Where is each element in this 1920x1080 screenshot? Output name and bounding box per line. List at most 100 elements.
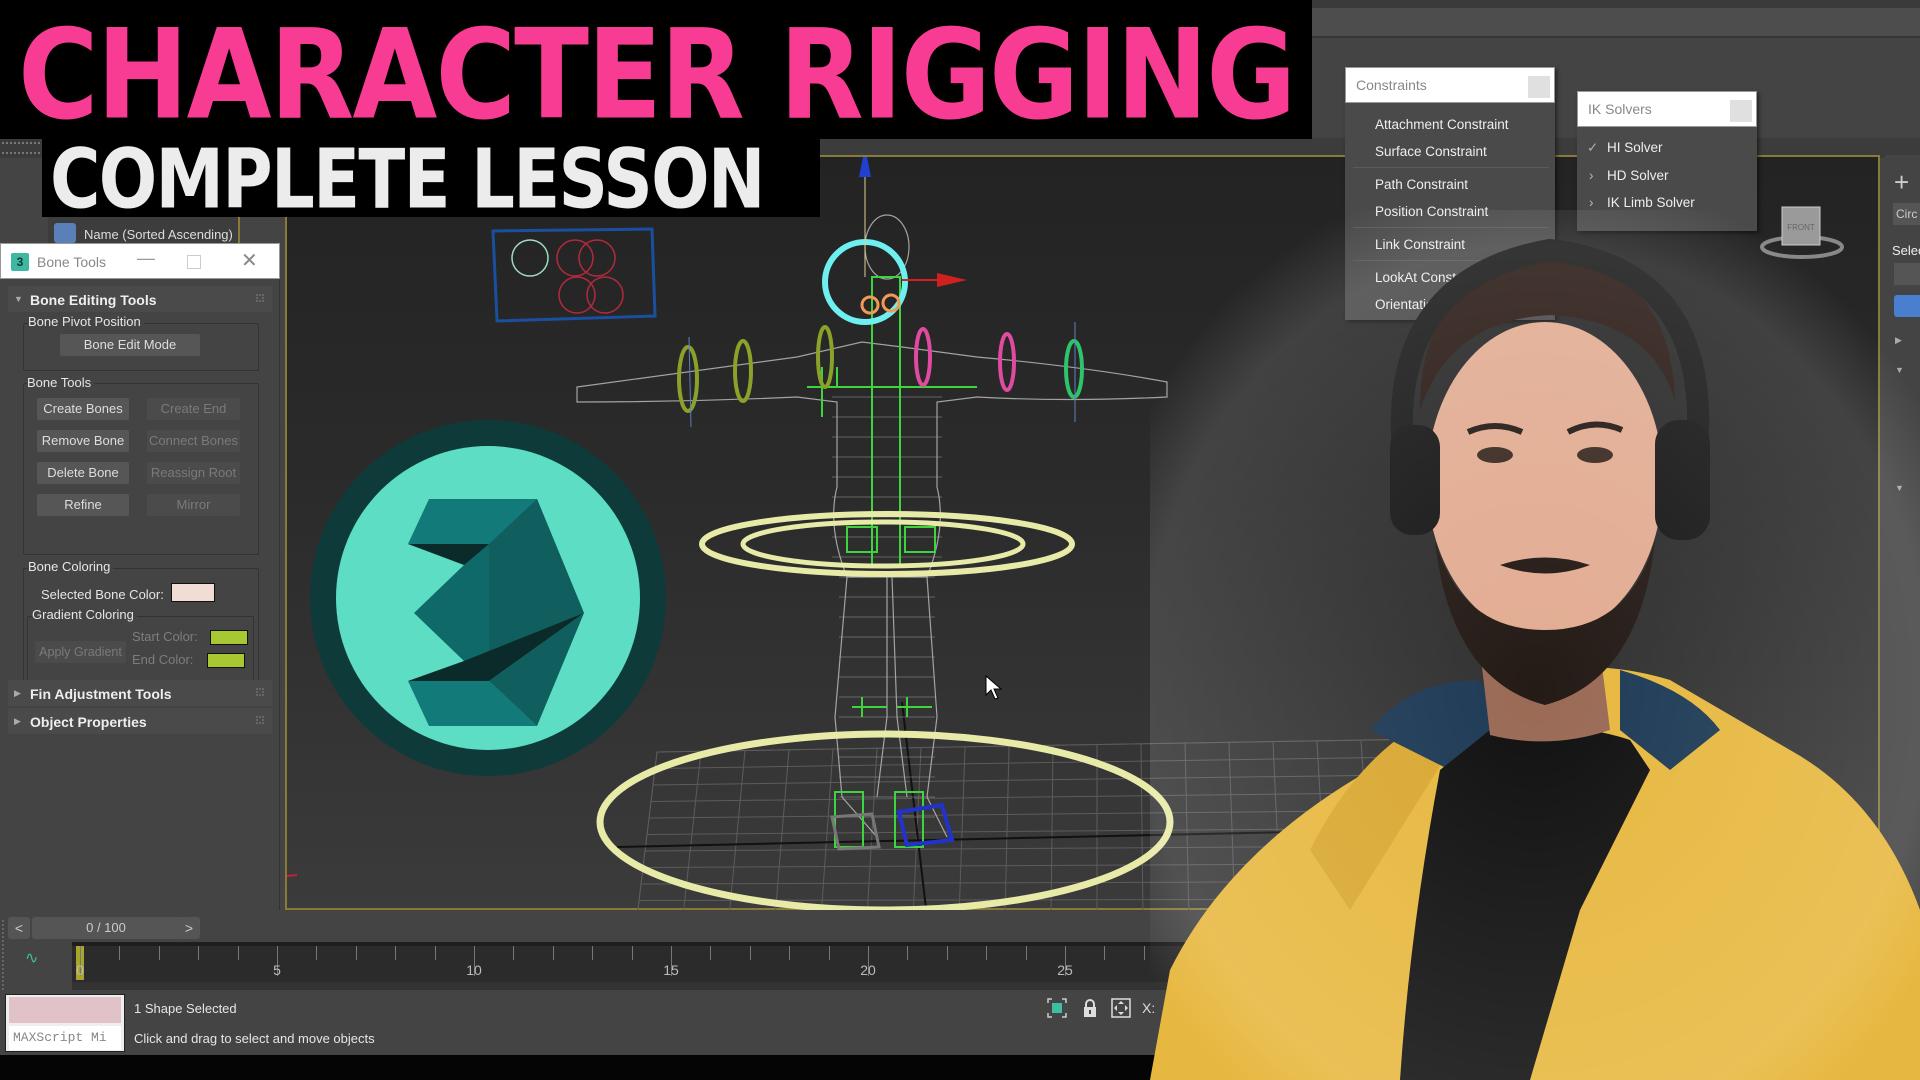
gizmo-z-arrow bbox=[859, 157, 871, 177]
isolate-selection-icon[interactable] bbox=[1047, 998, 1067, 1018]
thumbnail-title: CHARACTER RIGGING bbox=[18, 1, 1296, 147]
grid-line bbox=[958, 747, 966, 912]
3dsmax-logo bbox=[310, 420, 666, 776]
menu-item-hi-solver[interactable]: HI Solver bbox=[1607, 140, 1663, 155]
rollout-bone-editing-tools[interactable]: ▼ Bone Editing Tools bbox=[8, 286, 272, 312]
timeline-tick bbox=[592, 946, 594, 960]
next-frame-button[interactable]: > bbox=[178, 917, 200, 939]
create-bones-button[interactable]: Create Bones bbox=[37, 398, 129, 420]
group-label: Bone Coloring bbox=[28, 559, 114, 574]
refine-button[interactable]: Refine bbox=[37, 494, 129, 516]
timeline-tick bbox=[828, 946, 830, 960]
menu-item-ik-limb-solver[interactable]: IK Limb Solver bbox=[1607, 195, 1695, 210]
rollout-grip-icon[interactable] bbox=[256, 294, 264, 302]
timeline-tick-label: 0 bbox=[76, 962, 84, 978]
constraints-menu-header[interactable]: Constraints bbox=[1345, 67, 1555, 103]
selector-circle-red bbox=[578, 239, 616, 277]
maxscript-mini-listener[interactable]: MAXScript Mi bbox=[5, 994, 125, 1052]
menu-item-path-constraint[interactable]: Path Constraint bbox=[1375, 177, 1468, 192]
rollout-title: Bone Editing Tools bbox=[30, 292, 157, 308]
close-button[interactable]: ✕ bbox=[241, 248, 258, 273]
timeline-tick bbox=[1104, 946, 1106, 960]
lock-selection-icon[interactable] bbox=[1080, 998, 1100, 1018]
timeline-tick bbox=[631, 946, 633, 960]
timeline-tick-label: 20 bbox=[860, 962, 876, 978]
maxscript-output[interactable] bbox=[9, 997, 121, 1023]
maximize-button[interactable] bbox=[187, 255, 201, 269]
selected-bone-color-label: Selected Bone Color: bbox=[41, 587, 164, 602]
minimize-button[interactable]: — bbox=[134, 248, 158, 269]
bone-tools-titlebar[interactable]: 3 Bone Tools — ✕ bbox=[0, 243, 280, 279]
timeline-tick-label: 25 bbox=[1057, 962, 1073, 978]
arm-control-right-3 bbox=[1064, 339, 1084, 399]
timeline-tick bbox=[710, 946, 712, 960]
rig-selector-panel bbox=[491, 227, 657, 323]
timeline-tick bbox=[513, 946, 515, 960]
gizmo-x-arrow bbox=[937, 273, 967, 287]
connect-bones-button[interactable]: Connect Bones bbox=[147, 430, 240, 452]
apply-gradient-button[interactable]: Apply Gradient bbox=[35, 641, 126, 663]
menu-bar bbox=[1310, 0, 1920, 8]
timeline-tick bbox=[1143, 946, 1145, 960]
rollout-object-properties[interactable]: ▶ Object Properties bbox=[8, 708, 272, 734]
menu-item-attachment-constraint[interactable]: Attachment Constraint bbox=[1375, 117, 1509, 132]
timeline-tick bbox=[946, 946, 948, 960]
curve-editor-icon[interactable]: ∿ bbox=[25, 948, 38, 968]
grid-line bbox=[774, 749, 790, 912]
prev-frame-button[interactable]: < bbox=[8, 917, 30, 939]
timeline-tick bbox=[395, 946, 397, 960]
axis-tripod bbox=[287, 874, 298, 878]
mouse-cursor bbox=[985, 675, 1003, 700]
expand-triangle-icon: ▶ bbox=[14, 688, 21, 698]
menu-title: IK Solvers bbox=[1588, 101, 1652, 117]
ik-solvers-menu-header[interactable]: IK Solvers bbox=[1577, 91, 1757, 127]
rollout-grip-icon[interactable] bbox=[256, 688, 264, 696]
bone-tools-window: 3 Bone Tools — ✕ ▼ Bone Editing Tools Bo… bbox=[0, 243, 280, 910]
prompt-line: Click and drag to select and move object… bbox=[134, 1031, 375, 1046]
grid-line bbox=[728, 750, 746, 912]
selection-status: 1 Shape Selected bbox=[134, 1001, 237, 1016]
presenter-photo bbox=[1150, 210, 1920, 1080]
start-color-swatch[interactable] bbox=[210, 630, 248, 645]
pin-button[interactable] bbox=[1528, 76, 1550, 98]
group-label: Gradient Coloring bbox=[32, 607, 137, 622]
grid-line bbox=[1140, 744, 1144, 912]
timeline-tick bbox=[434, 946, 436, 960]
trackbar-grip[interactable] bbox=[2, 920, 5, 990]
selector-circle-green bbox=[511, 239, 549, 277]
rollout-title: Object Properties bbox=[30, 714, 147, 730]
end-color-swatch[interactable] bbox=[207, 653, 245, 668]
create-end-button[interactable]: Create End bbox=[147, 398, 240, 420]
eye-control bbox=[860, 295, 880, 315]
time-slider-thumb[interactable]: 0 / 100 bbox=[32, 917, 180, 939]
collapse-triangle-icon: ▼ bbox=[14, 294, 23, 304]
rollout-fin-adjustment-tools[interactable]: ▶ Fin Adjustment Tools bbox=[8, 680, 272, 706]
arm-control-right-2 bbox=[998, 332, 1016, 392]
timeline-tick-label: 5 bbox=[273, 962, 281, 978]
selected-bone-color-swatch[interactable] bbox=[171, 583, 215, 602]
pin-button[interactable] bbox=[1730, 100, 1752, 122]
timeline-tick bbox=[158, 946, 160, 960]
timeline-tick bbox=[355, 946, 357, 960]
main-toolbar bbox=[1310, 8, 1920, 38]
window-title: Bone Tools bbox=[37, 254, 107, 270]
menu-item-surface-constraint[interactable]: Surface Constraint bbox=[1375, 144, 1487, 159]
maxscript-input[interactable]: MAXScript Mi bbox=[9, 1026, 121, 1050]
menu-item-hd-solver[interactable]: HD Solver bbox=[1607, 168, 1669, 183]
arm-control-right-1 bbox=[914, 327, 932, 387]
mirror-button[interactable]: Mirror bbox=[147, 494, 240, 516]
reassign-root-button[interactable]: Reassign Root bbox=[147, 462, 240, 484]
timeline-tick bbox=[749, 946, 751, 960]
delete-bone-button[interactable]: Delete Bone bbox=[37, 462, 129, 484]
arm-control-left-3 bbox=[816, 325, 834, 389]
bone-edit-mode-button[interactable]: Bone Edit Mode bbox=[60, 334, 200, 356]
timeline-tick-label: 15 bbox=[663, 962, 679, 978]
create-tab-plus-icon[interactable]: + bbox=[1894, 167, 1909, 198]
rollout-grip-icon[interactable] bbox=[256, 716, 264, 724]
absolute-mode-icon[interactable] bbox=[1111, 998, 1131, 1018]
column-header-name[interactable]: Name (Sorted Ascending) bbox=[84, 227, 233, 242]
arm-control-left-2 bbox=[733, 339, 753, 403]
grid-line bbox=[1004, 746, 1010, 912]
remove-bone-button[interactable]: Remove Bone bbox=[37, 430, 129, 452]
group-label: Bone Tools bbox=[27, 375, 95, 390]
